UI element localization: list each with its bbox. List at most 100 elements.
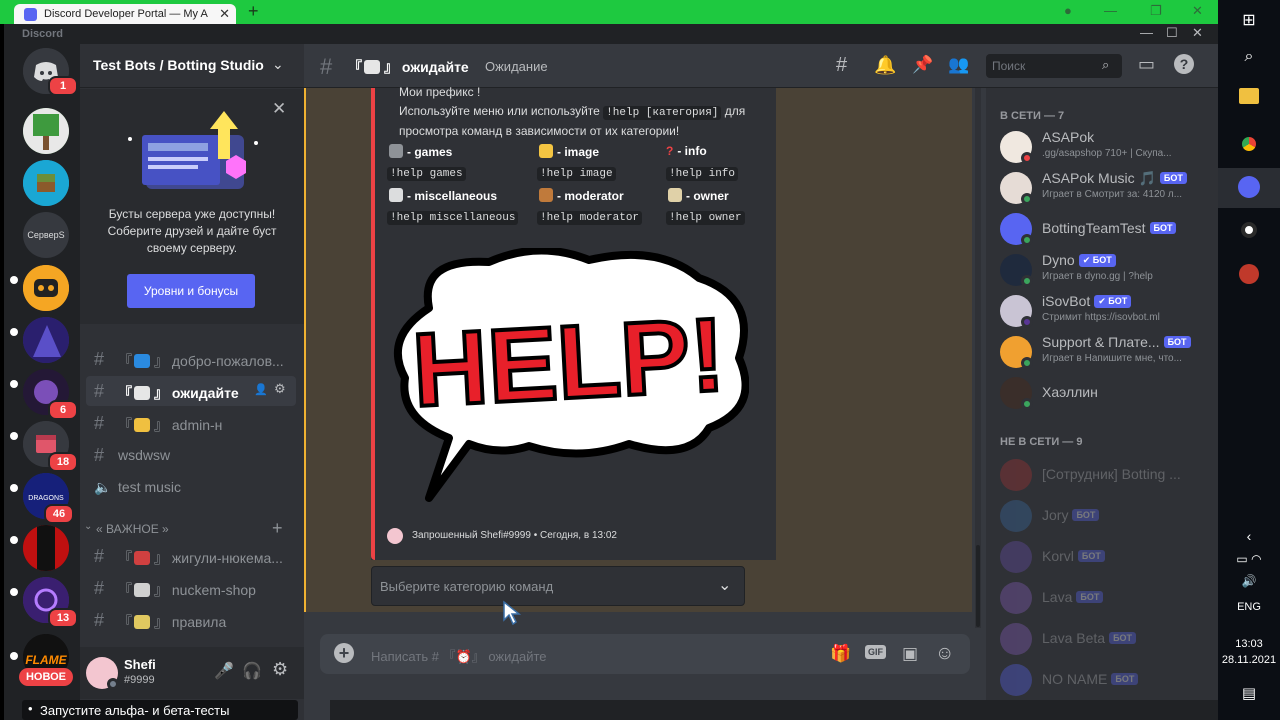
- search-icon[interactable]: ⌕: [1218, 48, 1280, 66]
- gear-icon[interactable]: ⚙: [274, 381, 286, 397]
- chrome-icon[interactable]: [1218, 134, 1280, 159]
- category-code: !help image: [537, 167, 616, 181]
- notification-toast[interactable]: • Запустите альфа- и бета-тесты: [22, 700, 298, 720]
- restore-icon[interactable]: ❐: [1150, 3, 1162, 19]
- channel-item[interactable]: # 『 』 добро-пожалов...: [86, 344, 296, 374]
- channel-item[interactable]: # 『 』 жигули-нюкема...: [86, 541, 296, 571]
- member-list-icon[interactable]: 👥: [948, 55, 969, 75]
- close-window-icon[interactable]: ✕: [1192, 3, 1203, 19]
- gif-icon[interactable]: GIF: [865, 645, 886, 659]
- channel-item[interactable]: # 『 』 правила: [86, 605, 296, 635]
- close-tab-icon[interactable]: ✕: [219, 6, 230, 22]
- attach-plus-icon[interactable]: +: [334, 643, 354, 663]
- channel-item[interactable]: # 『 』 nuckem-shop: [86, 573, 296, 603]
- member-row[interactable]: BottingTeamTest БОТ: [1000, 210, 1210, 250]
- microphone-icon[interactable]: 🎤: [214, 661, 234, 681]
- invite-icon[interactable]: 👤: [254, 383, 268, 396]
- new-tab-button[interactable]: +: [248, 1, 259, 22]
- voice-channel-item[interactable]: 🔈 test music: [86, 472, 296, 502]
- bell-icon[interactable]: 🔔: [874, 55, 896, 76]
- threads-icon[interactable]: #: [836, 54, 847, 77]
- member-row-offline[interactable]: Lava Beta БОТ: [1000, 620, 1210, 660]
- browser-tab[interactable]: Discord Developer Portal — My A ✕: [14, 4, 236, 24]
- hash-icon: #: [94, 610, 105, 630]
- sticker-icon[interactable]: ▣: [902, 644, 918, 664]
- app-minimize-icon[interactable]: —: [1140, 25, 1153, 40]
- network-icon[interactable]: ▭ ◠: [1218, 552, 1280, 566]
- memo-icon: [668, 188, 682, 202]
- status-dot: [1021, 316, 1033, 328]
- message-input[interactable]: + Написать # 『⏰』 ожидайте 🎁 GIF ▣ ☺: [320, 634, 970, 674]
- bot-tag: БОТ: [1077, 550, 1105, 562]
- app-close-icon[interactable]: ✕: [1192, 25, 1203, 41]
- search-input[interactable]: Поиск ⌕: [986, 54, 1122, 78]
- channel-item[interactable]: # 『 』 admin-н: [86, 408, 296, 438]
- emoji-icon[interactable]: ☺: [935, 643, 954, 665]
- category-select[interactable]: Выберите категорию команд ⌄: [371, 566, 745, 606]
- bot-tag: БОТ: [1076, 591, 1104, 603]
- member-row-offline[interactable]: NO NAME БОТ: [1000, 661, 1210, 701]
- clock-date[interactable]: 28.11.2021: [1218, 654, 1280, 666]
- member-row-offline[interactable]: Jory БОТ: [1000, 497, 1210, 537]
- minimize-icon[interactable]: —: [1104, 3, 1117, 18]
- notifications-icon[interactable]: ▤: [1218, 684, 1280, 702]
- hash-icon: #: [94, 546, 105, 566]
- category-code: !help owner: [666, 211, 745, 225]
- member-row[interactable]: iSovBot ✔ БОТ Стримит https://isovbot.ml: [1000, 292, 1210, 332]
- pin-icon[interactable]: 📌: [912, 55, 933, 75]
- member-row[interactable]: Хаэллин: [1000, 374, 1210, 414]
- member-row[interactable]: ASAPok .gg/asapshop 710+ | Скупа...: [1000, 128, 1210, 168]
- language-indicator[interactable]: ENG: [1218, 601, 1280, 613]
- status-dot: [1021, 275, 1033, 287]
- boost-levels-button[interactable]: Уровни и бонусы: [127, 274, 255, 308]
- category-header[interactable]: ⌄ « ВАЖНОЕ » +: [84, 518, 300, 540]
- member-row-offline[interactable]: [Сотрудник] Botting ...: [1000, 456, 1210, 496]
- close-icon[interactable]: ✕: [272, 99, 286, 119]
- server-icon-tree[interactable]: [23, 108, 69, 154]
- embed-desc-part: просмотра команд в зависимости от их кат…: [399, 124, 680, 138]
- clock-time[interactable]: 13:03: [1218, 638, 1280, 650]
- app-icon[interactable]: [1218, 264, 1280, 289]
- help-icon[interactable]: ?: [1174, 54, 1194, 74]
- profile-icon[interactable]: ●: [1064, 3, 1072, 18]
- settings-gear-icon[interactable]: ⚙: [272, 659, 288, 680]
- inbox-icon[interactable]: ▭: [1138, 54, 1155, 75]
- channel-item-active[interactable]: # 『 』 ожидайте 👤 ⚙: [86, 376, 296, 406]
- unread-pill: [10, 536, 18, 544]
- member-row[interactable]: Dyno ✔ БОТ Играет в dyno.gg | ?help: [1000, 251, 1210, 291]
- server-icon-red[interactable]: [23, 525, 69, 571]
- server-icon-purple[interactable]: [23, 317, 69, 363]
- boost-illustration-icon: [128, 111, 258, 189]
- member-list: В СЕТИ — 7 ASAPok .gg/asapshop 710+ | Ску…: [986, 88, 1218, 720]
- unread-pill: [10, 652, 18, 660]
- channel-topic: Ожидание: [485, 59, 548, 74]
- discord-taskbar-icon[interactable]: [1218, 176, 1280, 203]
- add-channel-icon[interactable]: +: [272, 518, 283, 539]
- member-row-offline[interactable]: Korvl БОТ: [1000, 538, 1210, 578]
- channel-item[interactable]: # wsdwsw: [86, 440, 296, 470]
- server-icon-bot[interactable]: [23, 265, 69, 311]
- obs-icon[interactable]: [1218, 222, 1280, 243]
- app-maximize-icon[interactable]: ☐: [1166, 25, 1178, 41]
- file-explorer-icon[interactable]: [1218, 88, 1280, 109]
- windows-start-icon[interactable]: ⊞: [1218, 10, 1280, 30]
- channel-title: ожидайте: [401, 59, 469, 75]
- member-status: Играет в Напишите мне, что...: [1042, 353, 1182, 364]
- member-name: ASAPok Music 🎵: [1042, 170, 1156, 186]
- server-header[interactable]: Test Bots / Botting Studio ⌄: [80, 44, 304, 88]
- server-icon-text[interactable]: СерверS: [23, 212, 69, 258]
- category-label: - image: [557, 145, 600, 159]
- scrollbar-thumb[interactable]: [976, 545, 980, 627]
- gift-icon[interactable]: 🎁: [830, 644, 851, 664]
- chevron-down-icon[interactable]: ⌄: [272, 56, 284, 73]
- member-name-line: Korvl БОТ: [1042, 548, 1105, 564]
- member-name-line: NO NAME БОТ: [1042, 671, 1139, 687]
- bracket: 『: [118, 614, 132, 630]
- volume-icon[interactable]: 🔊: [1218, 574, 1280, 588]
- member-row-offline[interactable]: Lava БОТ: [1000, 579, 1210, 619]
- member-row[interactable]: ASAPok Music 🎵 БОТ Играет в Смотрит за: 41…: [1000, 169, 1210, 209]
- server-icon-minecraft[interactable]: [23, 160, 69, 206]
- chevron-left-icon[interactable]: ‹: [1218, 528, 1280, 544]
- member-row[interactable]: Support & Плате... БОТ Играет в Напишите м…: [1000, 333, 1210, 373]
- headphones-icon[interactable]: 🎧: [242, 661, 262, 681]
